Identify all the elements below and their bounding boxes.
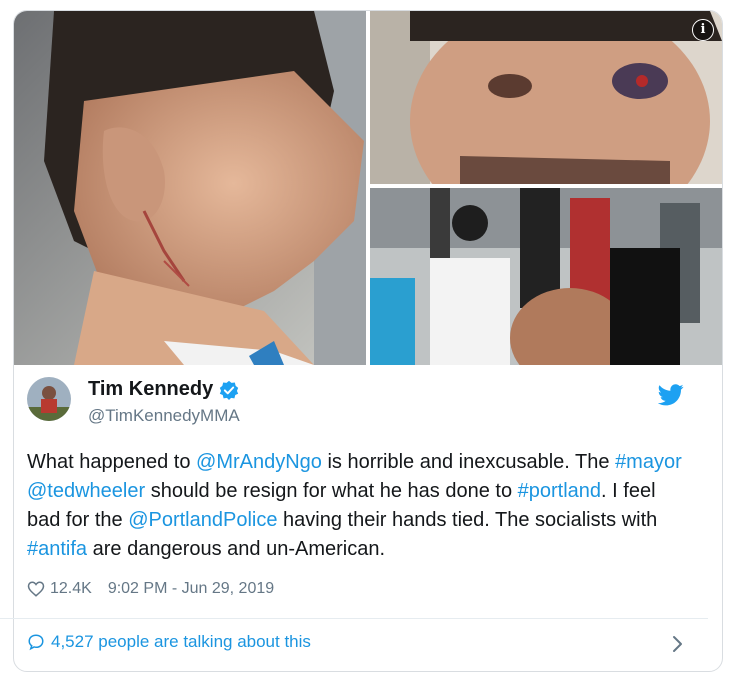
tweet-meta: 12.4K 9:02 PM - Jun 29, 2019 [27, 580, 274, 598]
tweet-text-segment: are dangerous and un-American. [87, 538, 386, 560]
tweet-header [14, 365, 722, 441]
hashtag-link[interactable]: #mayor [615, 451, 682, 473]
tweet-text-segment: What happened to [27, 451, 197, 473]
verified-badge-icon [220, 380, 239, 400]
speech-bubble-icon [28, 634, 44, 651]
divider [0, 618, 708, 619]
tweet-timestamp[interactable]: 9:02 PM - Jun 29, 2019 [108, 580, 274, 598]
heart-icon[interactable] [27, 580, 45, 598]
author-name-row[interactable]: Tim Kennedy [88, 378, 239, 401]
hashtag-link[interactable]: #antifa [27, 538, 87, 560]
author-handle[interactable]: @TimKennedyMMA [88, 406, 240, 426]
author-name[interactable]: Tim Kennedy [88, 378, 213, 401]
embedded-tweet-card[interactable]: i [13, 10, 723, 672]
tweet-text-segment: is horrible and inexcusable. The [321, 451, 616, 473]
mention-link[interactable]: @PortlandPolice [128, 509, 277, 531]
like-count[interactable]: 12.4K [50, 580, 92, 598]
hashtag-link[interactable]: #portland [518, 480, 601, 502]
conversation-label[interactable]: 4,527 people are talking about this [51, 632, 311, 652]
conversation-link[interactable]: 4,527 people are talking about this [27, 632, 311, 652]
tweet-text-segment: having their hands tied. The socialists … [277, 509, 658, 531]
tweet-media-grid: i [14, 11, 722, 365]
mention-link[interactable]: @tedwheeler [27, 480, 145, 502]
avatar[interactable] [27, 377, 71, 421]
tweet-photo-2[interactable]: i [370, 11, 722, 184]
tweet-photo-1[interactable] [14, 11, 366, 365]
tweet-text-segment: should be resign for what he has done to [145, 480, 518, 502]
chevron-right-icon[interactable] [670, 634, 686, 654]
info-icon[interactable]: i [692, 19, 714, 41]
mention-link[interactable]: @MrAndyNgo [196, 451, 322, 473]
twitter-bird-icon[interactable] [658, 384, 684, 406]
tweet-photo-3[interactable] [370, 188, 722, 365]
tweet-text: What happened to @MrAndyNgo is horrible … [27, 448, 687, 564]
